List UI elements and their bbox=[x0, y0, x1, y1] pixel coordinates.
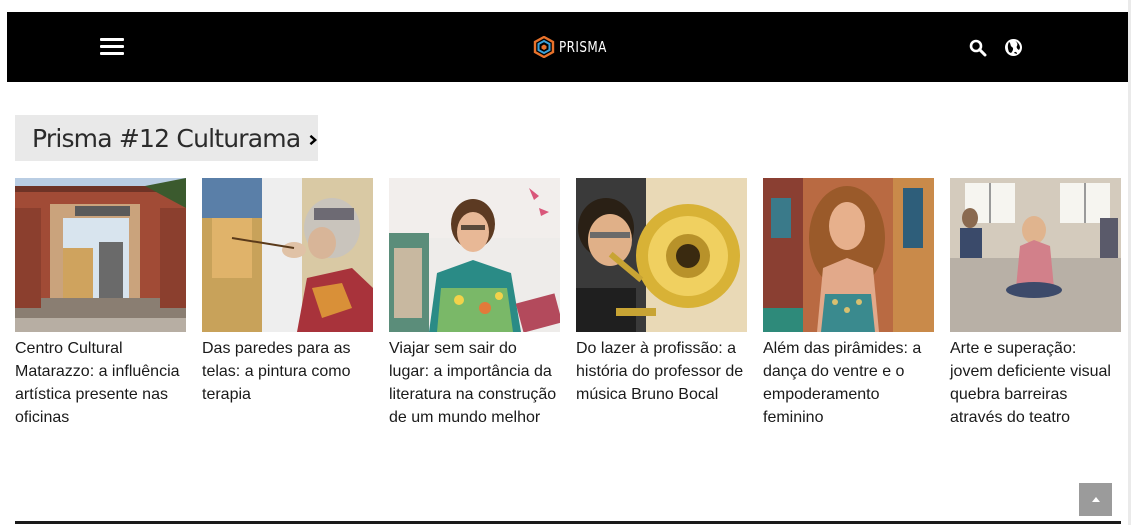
section-title: Prisma #12 Culturama bbox=[32, 123, 301, 153]
article-caption: Viajar sem sair do lugar: a importância … bbox=[389, 340, 557, 426]
belly-dancer-photo bbox=[763, 178, 934, 332]
article-card[interactable]: Viajar sem sair do lugar: a importância … bbox=[389, 178, 560, 429]
prisma-logo-icon bbox=[533, 36, 555, 58]
article-card[interactable]: Das paredes para as telas: a pintura com… bbox=[202, 178, 373, 406]
article-card[interactable]: Além das pirâmides: a dança do ventre e … bbox=[763, 178, 934, 429]
brand-name: PRISMA bbox=[559, 38, 607, 56]
hamburger-menu-icon[interactable] bbox=[100, 38, 124, 56]
smiling-woman-books-photo bbox=[389, 178, 560, 332]
article-caption: Arte e superação: jovem deficiente visua… bbox=[950, 340, 1111, 426]
back-to-top-button[interactable] bbox=[1079, 483, 1112, 516]
article-card[interactable]: Arte e superação: jovem deficiente visua… bbox=[950, 178, 1121, 429]
search-icon[interactable] bbox=[969, 39, 987, 57]
chevron-up-icon bbox=[1091, 496, 1100, 502]
top-navigation-bar: PRISMA bbox=[7, 12, 1128, 82]
woman-painting-photo bbox=[202, 178, 373, 332]
globe-language-icon[interactable] bbox=[1004, 38, 1023, 57]
theatre-room-photo bbox=[950, 178, 1121, 332]
article-card[interactable]: Do lazer à profissão: a história do prof… bbox=[576, 178, 747, 406]
brick-arch-gate-photo bbox=[15, 178, 186, 332]
article-caption: Centro Cultural Matarazzo: a influência … bbox=[15, 340, 180, 426]
article-caption: Além das pirâmides: a dança do ventre e … bbox=[763, 340, 922, 426]
article-card[interactable]: Centro Cultural Matarazzo: a influência … bbox=[15, 178, 186, 429]
article-caption: Do lazer à profissão: a história do prof… bbox=[576, 340, 744, 403]
article-caption: Das paredes para as telas: a pintura com… bbox=[202, 340, 351, 403]
section-title-link[interactable]: Prisma #12 Culturama bbox=[15, 115, 318, 161]
trombone-player-photo bbox=[576, 178, 747, 332]
footer-divider bbox=[15, 521, 1121, 524]
brand-logo[interactable]: PRISMA bbox=[533, 34, 619, 60]
chevron-right-icon bbox=[310, 134, 318, 146]
